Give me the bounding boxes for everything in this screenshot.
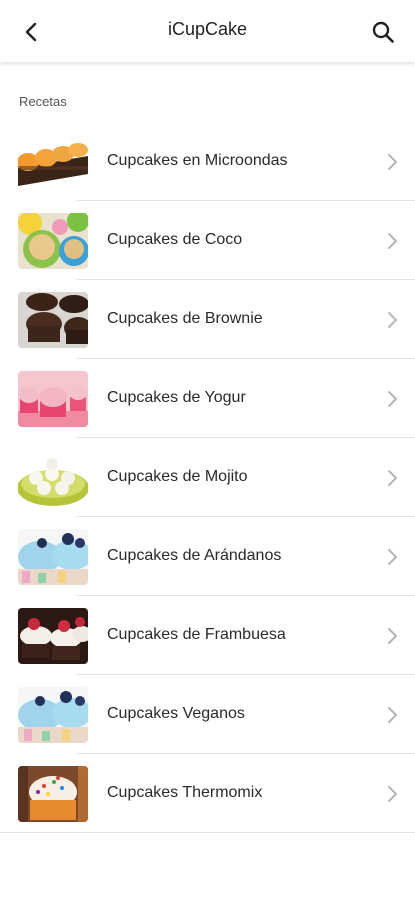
list-item[interactable]: Cupcakes Veganos: [0, 675, 415, 754]
blueberry-cupcakes-photo: [18, 529, 88, 585]
chevron-right-icon: [388, 470, 397, 486]
mojito-cupcakes-photo: [18, 450, 88, 506]
recipe-label: Cupcakes de Frambuesa: [107, 626, 286, 643]
chevron-right-icon: [388, 233, 397, 249]
brownie-cupcakes-photo: [18, 292, 88, 348]
chevron-right-icon: [388, 549, 397, 565]
search-icon: [372, 21, 394, 43]
recipe-label: Cupcakes Thermomix: [107, 784, 263, 801]
list-item[interactable]: Cupcakes de Coco: [0, 201, 415, 280]
vegan-cupcakes-photo: [18, 687, 88, 743]
recipe-label: Cupcakes de Coco: [107, 231, 243, 248]
section-label: Recetas: [19, 94, 67, 109]
list-item[interactable]: Cupcakes de Yogur: [0, 359, 415, 438]
recipe-label: Cupcakes en Microondas: [107, 152, 288, 169]
recipe-label: Cupcakes de Arándanos: [107, 547, 282, 564]
list-item[interactable]: Cupcakes Thermomix: [0, 754, 415, 833]
raspberry-cupcakes-photo: [18, 608, 88, 664]
recipe-list: Cupcakes en Microondas Cupcakes de Coco: [0, 122, 415, 833]
microwave-cupcakes-photo: [18, 134, 88, 190]
chevron-right-icon: [388, 786, 397, 802]
yogurt-cupcakes-photo: [18, 371, 88, 427]
recipe-label: Cupcakes de Mojito: [107, 468, 248, 485]
divider: [0, 832, 415, 833]
list-item[interactable]: Cupcakes de Brownie: [0, 280, 415, 359]
list-item[interactable]: Cupcakes de Mojito: [0, 438, 415, 517]
app-title: iCupCake: [167, 19, 248, 39]
chevron-right-icon: [388, 707, 397, 723]
list-item[interactable]: Cupcakes de Arándanos: [0, 517, 415, 596]
chevron-right-icon: [388, 391, 397, 407]
list-item[interactable]: Cupcakes en Microondas: [0, 122, 415, 201]
recipe-label: Cupcakes Veganos: [107, 705, 245, 722]
recipe-label: Cupcakes de Yogur: [107, 389, 246, 406]
chevron-right-icon: [388, 628, 397, 644]
coconut-cupcakes-photo: [18, 213, 88, 269]
list-item[interactable]: Cupcakes de Frambuesa: [0, 596, 415, 675]
chevron-right-icon: [388, 312, 397, 328]
search-button[interactable]: [367, 16, 399, 48]
app-bar: iCupCake: [0, 0, 415, 62]
chevron-right-icon: [388, 154, 397, 170]
recipe-label: Cupcakes de Brownie: [107, 310, 263, 327]
thermomix-cupcakes-photo: [18, 766, 88, 822]
